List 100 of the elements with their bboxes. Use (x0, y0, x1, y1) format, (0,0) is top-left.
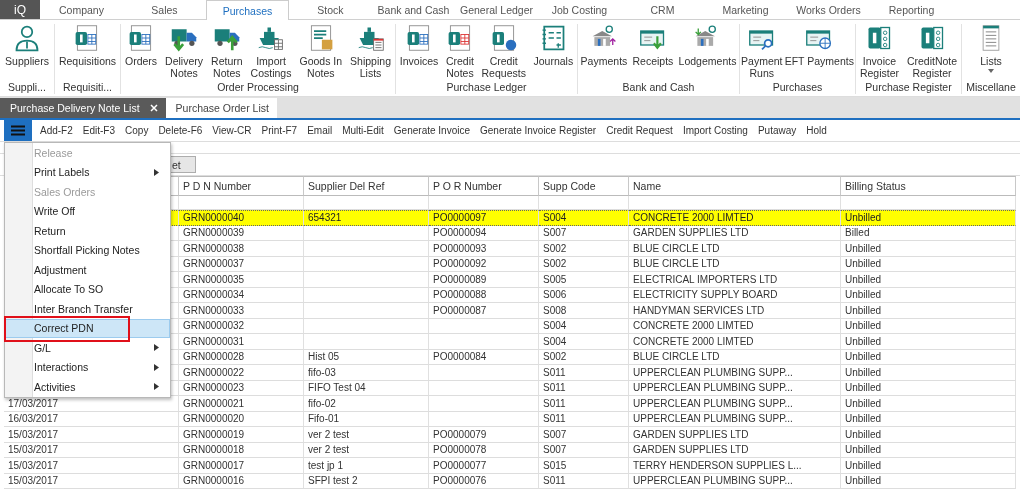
table-cell: Unbilled (841, 442, 1016, 458)
table-cell: Hist 05 (304, 349, 429, 365)
toolbar-button[interactable]: Delete-F6 (153, 125, 208, 136)
ribbon-tab[interactable]: Sales (123, 0, 206, 19)
toolbar-button[interactable]: Generate Invoice (388, 125, 475, 136)
filter-button[interactable]: et (170, 156, 196, 173)
ribbon-tab[interactable]: Company (40, 0, 123, 19)
ribbon-button[interactable]: Shipping Lists (349, 24, 392, 81)
close-icon[interactable] (149, 104, 158, 112)
table-cell: BLUE CIRCLE LTD (629, 241, 841, 257)
toolbar-button[interactable]: Putaway (752, 125, 802, 136)
menu-item[interactable]: Write Off (5, 201, 170, 221)
ribbon-button[interactable]: Journals (532, 24, 575, 81)
toolbar-button[interactable]: Credit Request (601, 125, 678, 136)
ribbon-tab[interactable]: Stock (289, 0, 372, 19)
ribbon-button[interactable]: CreditNote Register (905, 24, 959, 81)
ribbon-button[interactable]: Invoices (398, 24, 440, 81)
toolbar-button[interactable]: View-CR (207, 125, 257, 136)
menu-item[interactable]: Adjustment (5, 260, 170, 280)
ribbon-button[interactable]: Suppliers (4, 24, 50, 81)
menu-button[interactable] (4, 120, 32, 141)
menu-item[interactable]: Print Labels (5, 162, 170, 182)
ribbon-tab[interactable]: Marketing (704, 0, 787, 19)
ribbon-button[interactable]: Goods In Notes (298, 24, 344, 81)
table-cell: GARDEN SUPPLIES LTD (629, 225, 841, 241)
toolbar-button[interactable]: Hold (801, 125, 832, 136)
menu-item[interactable]: Allocate To SO (5, 279, 170, 299)
ribbon-button[interactable]: Payment Runs (740, 24, 784, 81)
column-header[interactable]: P D N Number (179, 176, 304, 196)
ribbon-tab[interactable]: Bank and Cash (372, 0, 455, 19)
menu-item[interactable]: Return (5, 221, 170, 241)
table-cell: ver 2 test (304, 427, 429, 443)
table-cell: GRN0000018 (179, 442, 304, 458)
menu-item[interactable]: Activities (5, 377, 170, 397)
table-cell: Unbilled (841, 210, 1016, 226)
table-cell: Unbilled (841, 458, 1016, 474)
ribbon-button[interactable]: Import Costings (249, 24, 293, 81)
toolbar-button[interactable]: Multi-Edit (337, 125, 389, 136)
ribbon-button[interactable]: Requisitions (57, 24, 118, 81)
table-cell: UPPERCLEAN PLUMBING SUPP... (629, 473, 841, 489)
table-cell: S015 (539, 458, 629, 474)
ribbon-tab[interactable]: CRM (621, 0, 704, 19)
ribbon-tab[interactable]: Works Orders (787, 0, 870, 19)
column-header[interactable]: P O R Number (429, 176, 539, 196)
ribbon-tab[interactable]: General Ledger (455, 0, 538, 19)
person-icon (13, 24, 41, 52)
table-cell: PO0000094 (429, 225, 539, 241)
menu-item[interactable]: Shortfall Picking Notes (5, 240, 170, 260)
table-cell: SFPI test 2 (304, 473, 429, 489)
ribbon-tab[interactable]: Purchases (206, 0, 289, 20)
table-cell: Fifo-01 (304, 411, 429, 427)
table-cell: fifo-02 (304, 396, 429, 412)
ribbon-button[interactable]: Credit Requests (480, 24, 527, 81)
ribbon-tab[interactable]: Job Costing (538, 0, 621, 19)
table-cell: GRN0000021 (179, 396, 304, 412)
column-header[interactable]: Billing Status (841, 176, 1016, 196)
group-label: Requisiti... (62, 81, 113, 94)
column-header[interactable]: Name (629, 176, 841, 196)
toolbar-button[interactable]: Print-F7 (256, 125, 303, 136)
ribbon-button[interactable]: Orders (124, 24, 159, 81)
ribbon-button[interactable]: Lodgements (677, 24, 738, 81)
table-cell: S004 (539, 318, 629, 334)
table-cell: PO0000077 (429, 458, 539, 474)
toolbar-button[interactable]: Add-F2 (35, 125, 78, 136)
ribbon-button[interactable]: Payments (579, 24, 629, 81)
table-cell: GRN0000032 (179, 318, 304, 334)
ribbon-button[interactable]: EFT Payments (783, 24, 855, 81)
table-cell: S011 (539, 396, 629, 412)
table-cell: GRN0000037 (179, 256, 304, 272)
table-cell: PO0000079 (429, 427, 539, 443)
table-cell: S011 (539, 380, 629, 396)
ribbon-tab[interactable]: Reporting (870, 0, 953, 19)
document-tab[interactable]: Purchase Order List (165, 98, 277, 118)
ribbon-button[interactable]: Credit Notes (444, 24, 475, 81)
table-cell: GRN0000035 (179, 272, 304, 288)
ribbon-button[interactable]: Lists (976, 24, 1006, 81)
table-cell: GRN0000034 (179, 287, 304, 303)
group-label: Purchase Ledger (445, 81, 528, 94)
ribbon-button[interactable]: Receipts (631, 24, 675, 81)
table-cell: GRN0000020 (179, 411, 304, 427)
toolbar-button[interactable]: Edit-F3 (77, 125, 121, 136)
menu-item[interactable]: Inter Branch Transfer (5, 299, 170, 319)
menu-item[interactable]: G/L (5, 338, 170, 358)
toolbar-button[interactable]: Import Costing (677, 125, 753, 136)
table-cell: GRN0000031 (179, 334, 304, 350)
app-menu-button[interactable]: iQ (0, 0, 40, 19)
toolbar-button[interactable]: Email (302, 125, 338, 136)
toolbar-button[interactable]: Generate Invoice Register (475, 125, 602, 136)
table-cell: HANDYMAN SERVICES LTD (629, 303, 841, 319)
menu-item[interactable]: Interactions (5, 357, 170, 377)
column-header[interactable]: Supp Code (539, 176, 629, 196)
ribbon-button[interactable]: Return Notes (210, 24, 244, 81)
document-tab[interactable]: Purchase Delivery Note List (0, 98, 166, 118)
toolbar-button[interactable]: Copy (120, 125, 154, 136)
column-header[interactable]: Supplier Del Ref (304, 176, 429, 196)
table-cell: GRN0000019 (179, 427, 304, 443)
ribbon-button[interactable]: Invoice Register (858, 24, 901, 81)
ribbon-button[interactable]: Delivery Notes (164, 24, 205, 81)
table-cell: S007 (539, 427, 629, 443)
menu-icon (11, 125, 25, 136)
